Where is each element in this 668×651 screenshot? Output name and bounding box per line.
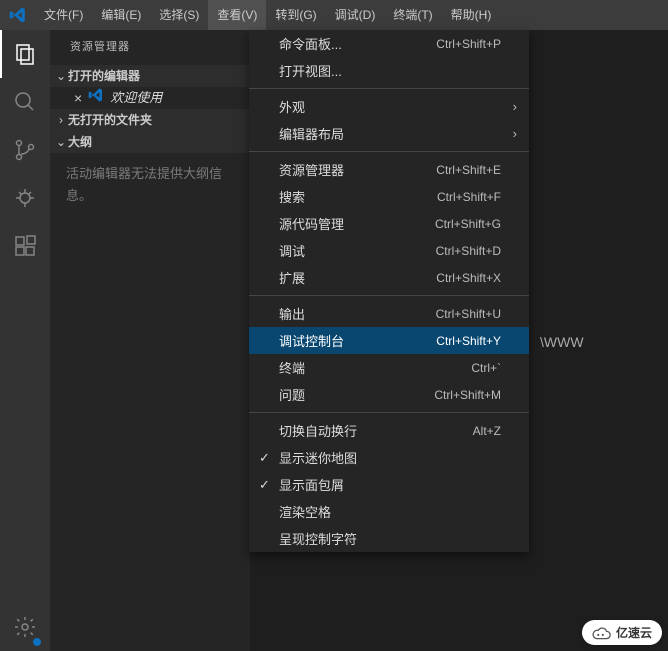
menu-item-shortcut: Ctrl+Shift+X bbox=[436, 271, 501, 285]
vscode-logo-icon bbox=[0, 6, 35, 24]
menu-debug[interactable]: 调试(D) bbox=[326, 0, 385, 30]
menu-item-label: 调试控制台 bbox=[279, 331, 436, 350]
menu-item-资源管理器[interactable]: 资源管理器Ctrl+Shift+E bbox=[249, 156, 529, 183]
menu-item-label: 编辑器布局 bbox=[279, 124, 501, 143]
debug-icon[interactable] bbox=[0, 174, 50, 222]
section-label: 无打开的文件夹 bbox=[68, 109, 152, 131]
watermark: 亿速云 bbox=[582, 620, 662, 645]
menu-item-打开视图...[interactable]: 打开视图... bbox=[249, 57, 529, 84]
menu-item-label: 调试 bbox=[279, 241, 436, 260]
activitybar bbox=[0, 30, 50, 651]
menu-item-切换自动换行[interactable]: 切换自动换行Alt+Z bbox=[249, 417, 529, 444]
menu-file[interactable]: 文件(F) bbox=[35, 0, 92, 30]
menu-item-搜索[interactable]: 搜索Ctrl+Shift+F bbox=[249, 183, 529, 210]
chevron-down-icon: ⌄ bbox=[54, 131, 68, 153]
menu-item-label: 终端 bbox=[279, 358, 471, 377]
check-icon: ✓ bbox=[259, 450, 270, 466]
menu-item-label: 问题 bbox=[279, 385, 434, 404]
chevron-right-icon: › bbox=[513, 126, 517, 141]
settings-icon[interactable] bbox=[0, 603, 50, 651]
menu-item-label: 源代码管理 bbox=[279, 214, 435, 233]
watermark-text: 亿速云 bbox=[616, 624, 652, 641]
menu-item-shortcut: Ctrl+Shift+E bbox=[436, 163, 501, 177]
search-icon[interactable] bbox=[0, 78, 50, 126]
menu-edit[interactable]: 编辑(E) bbox=[92, 0, 150, 30]
check-icon: ✓ bbox=[259, 477, 270, 493]
menu-item-shortcut: Ctrl+Shift+G bbox=[435, 217, 501, 231]
section-label: 大纲 bbox=[68, 131, 92, 153]
menu-item-label: 呈现控制字符 bbox=[279, 529, 501, 548]
menu-item-label: 切换自动换行 bbox=[279, 421, 473, 440]
source-control-icon[interactable] bbox=[0, 126, 50, 174]
view-menu-dropdown[interactable]: 命令面板...Ctrl+Shift+P 打开视图... 外观 › 编辑器布局 › 资源管理器… bbox=[249, 30, 529, 552]
menu-item-外观[interactable]: 外观 › bbox=[249, 93, 529, 120]
vscode-file-icon bbox=[88, 87, 104, 110]
open-editor-welcome[interactable]: × 欢迎使用 bbox=[50, 87, 250, 109]
menu-item-shortcut: Ctrl+Shift+U bbox=[436, 307, 501, 321]
section-no-folder[interactable]: › 无打开的文件夹 bbox=[50, 109, 250, 131]
chevron-down-icon: ⌄ bbox=[54, 65, 68, 87]
menu-item-呈现控制字符[interactable]: 呈现控制字符 bbox=[249, 525, 529, 552]
close-icon[interactable]: × bbox=[74, 87, 82, 109]
menu-item-命令面板...[interactable]: 命令面板...Ctrl+Shift+P bbox=[249, 30, 529, 57]
menu-help[interactable]: 帮助(H) bbox=[442, 0, 501, 30]
chevron-right-icon: › bbox=[54, 109, 68, 131]
menu-item-shortcut: Ctrl+Shift+D bbox=[436, 244, 501, 258]
menu-item-shortcut: Ctrl+Shift+P bbox=[436, 37, 501, 51]
menu-item-label: 命令面板... bbox=[279, 34, 436, 53]
extensions-icon[interactable] bbox=[0, 222, 50, 270]
menu-item-调试[interactable]: 调试Ctrl+Shift+D bbox=[249, 237, 529, 264]
menu-terminal[interactable]: 终端(T) bbox=[384, 0, 441, 30]
menu-item-调试控制台[interactable]: 调试控制台Ctrl+Shift+Y bbox=[249, 327, 529, 354]
menu-item-label: 输出 bbox=[279, 304, 436, 323]
menu-view[interactable]: 查看(V) bbox=[208, 0, 266, 30]
explorer-icon[interactable] bbox=[0, 30, 50, 78]
editor-bg-text: \WWW bbox=[540, 334, 584, 350]
menu-go[interactable]: 转到(G) bbox=[266, 0, 325, 30]
cloud-icon bbox=[590, 626, 612, 640]
menu-item-编辑器布局[interactable]: 编辑器布局 › bbox=[249, 120, 529, 147]
menu-item-显示迷你地图[interactable]: ✓ 显示迷你地图 bbox=[249, 444, 529, 471]
sidebar: 资源管理器 ⌄ 打开的编辑器 × 欢迎使用 › 无打开的文件夹 ⌄ 大纲 活动编… bbox=[50, 30, 250, 651]
sync-badge-icon bbox=[32, 637, 42, 647]
menu-item-label: 打开视图... bbox=[279, 61, 501, 80]
menu-separator bbox=[249, 295, 529, 296]
menu-selection[interactable]: 选择(S) bbox=[150, 0, 208, 30]
section-open-editors[interactable]: ⌄ 打开的编辑器 bbox=[50, 65, 250, 87]
chevron-right-icon: › bbox=[513, 99, 517, 114]
section-outline[interactable]: ⌄ 大纲 bbox=[50, 131, 250, 153]
menu-item-输出[interactable]: 输出Ctrl+Shift+U bbox=[249, 300, 529, 327]
menu-item-shortcut: Ctrl+Shift+M bbox=[434, 388, 501, 402]
menu-item-扩展[interactable]: 扩展Ctrl+Shift+X bbox=[249, 264, 529, 291]
sidebar-title: 资源管理器 bbox=[50, 30, 250, 65]
menu-separator bbox=[249, 88, 529, 89]
titlebar: 文件(F) 编辑(E) 选择(S) 查看(V) 转到(G) 调试(D) 终端(T… bbox=[0, 0, 668, 30]
section-label: 打开的编辑器 bbox=[68, 65, 140, 87]
menu-separator bbox=[249, 151, 529, 152]
menu-item-问题[interactable]: 问题Ctrl+Shift+M bbox=[249, 381, 529, 408]
open-editor-label: 欢迎使用 bbox=[110, 87, 162, 109]
menu-item-渲染空格[interactable]: 渲染空格 bbox=[249, 498, 529, 525]
menu-item-shortcut: Ctrl+Shift+Y bbox=[436, 334, 501, 348]
menu-item-label: 渲染空格 bbox=[279, 502, 501, 521]
menu-item-终端[interactable]: 终端Ctrl+` bbox=[249, 354, 529, 381]
menu-item-label: 搜索 bbox=[279, 187, 437, 206]
menu-item-label: 显示迷你地图 bbox=[279, 448, 501, 467]
menu-item-label: 外观 bbox=[279, 97, 501, 116]
menu-item-shortcut: Alt+Z bbox=[473, 424, 501, 438]
menu-item-显示面包屑[interactable]: ✓ 显示面包屑 bbox=[249, 471, 529, 498]
menu-item-shortcut: Ctrl+Shift+F bbox=[437, 190, 501, 204]
outline-empty-message: 活动编辑器无法提供大纲信息。 bbox=[50, 153, 250, 207]
menu-item-label: 资源管理器 bbox=[279, 160, 436, 179]
menu-item-shortcut: Ctrl+` bbox=[471, 361, 501, 375]
menu-item-label: 扩展 bbox=[279, 268, 436, 287]
menu-item-label: 显示面包屑 bbox=[279, 475, 501, 494]
menu-item-源代码管理[interactable]: 源代码管理Ctrl+Shift+G bbox=[249, 210, 529, 237]
menu-separator bbox=[249, 412, 529, 413]
